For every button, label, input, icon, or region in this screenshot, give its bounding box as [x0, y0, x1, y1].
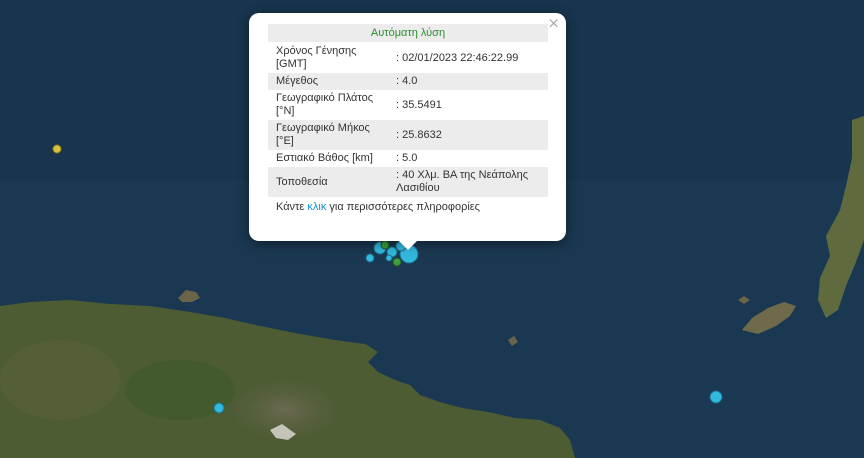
event-marker[interactable] — [365, 253, 375, 263]
event-marker-green[interactable] — [380, 240, 390, 250]
event-marker[interactable] — [385, 254, 393, 262]
row-value: : 5.0 — [396, 152, 418, 164]
info-table: Χρόνος Γένησης [GMT] : 02/01/2023 22:46:… — [268, 43, 548, 197]
event-marker-green[interactable] — [392, 257, 402, 267]
more-info-text: Κάντε κλικ για περισσότερες πληροφορίες — [268, 201, 548, 213]
row-label: Γεωγραφικό Μήκος [°E] — [268, 120, 394, 150]
more-info-link[interactable]: κλικ — [307, 201, 326, 213]
table-row: Εστιακό Βάθος [km] : 5.0 — [268, 150, 548, 167]
close-icon[interactable]: × — [547, 15, 560, 31]
row-label: Μέγεθος — [268, 73, 394, 90]
table-row: Τοποθεσία : 40 Χλμ. ΒΑ της Νεάπολης Λασι… — [268, 167, 548, 197]
row-value: : 4.0 — [394, 73, 548, 90]
row-label: Εστιακό Βάθος [km] — [276, 152, 373, 164]
event-marker-yellow[interactable] — [52, 144, 62, 154]
table-row: Γεωγραφικό Πλάτος [°N] : 35.5491 — [268, 90, 548, 120]
row-value: : 35.5491 — [396, 98, 442, 111]
more-suffix: για περισσότερες πληροφορίες — [326, 201, 480, 213]
more-prefix: Κάντε — [276, 201, 308, 213]
table-row: Χρόνος Γένησης [GMT] : 02/01/2023 22:46:… — [268, 43, 548, 73]
earthquake-popup: × Αυτόματη λύση Χρόνος Γένησης [GMT] : 0… — [249, 13, 566, 241]
popup-title: Αυτόματη λύση — [268, 24, 548, 42]
row-value: : 02/01/2023 22:46:22.99 — [396, 51, 519, 64]
row-label: Γεωγραφικό Πλάτος [°N] — [276, 92, 374, 117]
row-value: : 40 Χλμ. ΒΑ της Νεάπολης Λασιθίου — [394, 167, 548, 197]
popup-tip — [398, 240, 418, 250]
event-marker[interactable] — [213, 402, 225, 414]
row-label: Χρόνος Γένησης [GMT] — [276, 45, 357, 70]
row-value: : 25.8632 — [394, 120, 548, 150]
terrain-west — [0, 340, 120, 420]
popup-content: Αυτόματη λύση Χρόνος Γένησης [GMT] : 02/… — [268, 24, 548, 213]
event-marker[interactable] — [709, 390, 723, 404]
row-label: Τοποθεσία — [268, 167, 394, 197]
table-row: Γεωγραφικό Μήκος [°E] : 25.8632 — [268, 120, 548, 150]
table-row: Μέγεθος : 4.0 — [268, 73, 548, 90]
